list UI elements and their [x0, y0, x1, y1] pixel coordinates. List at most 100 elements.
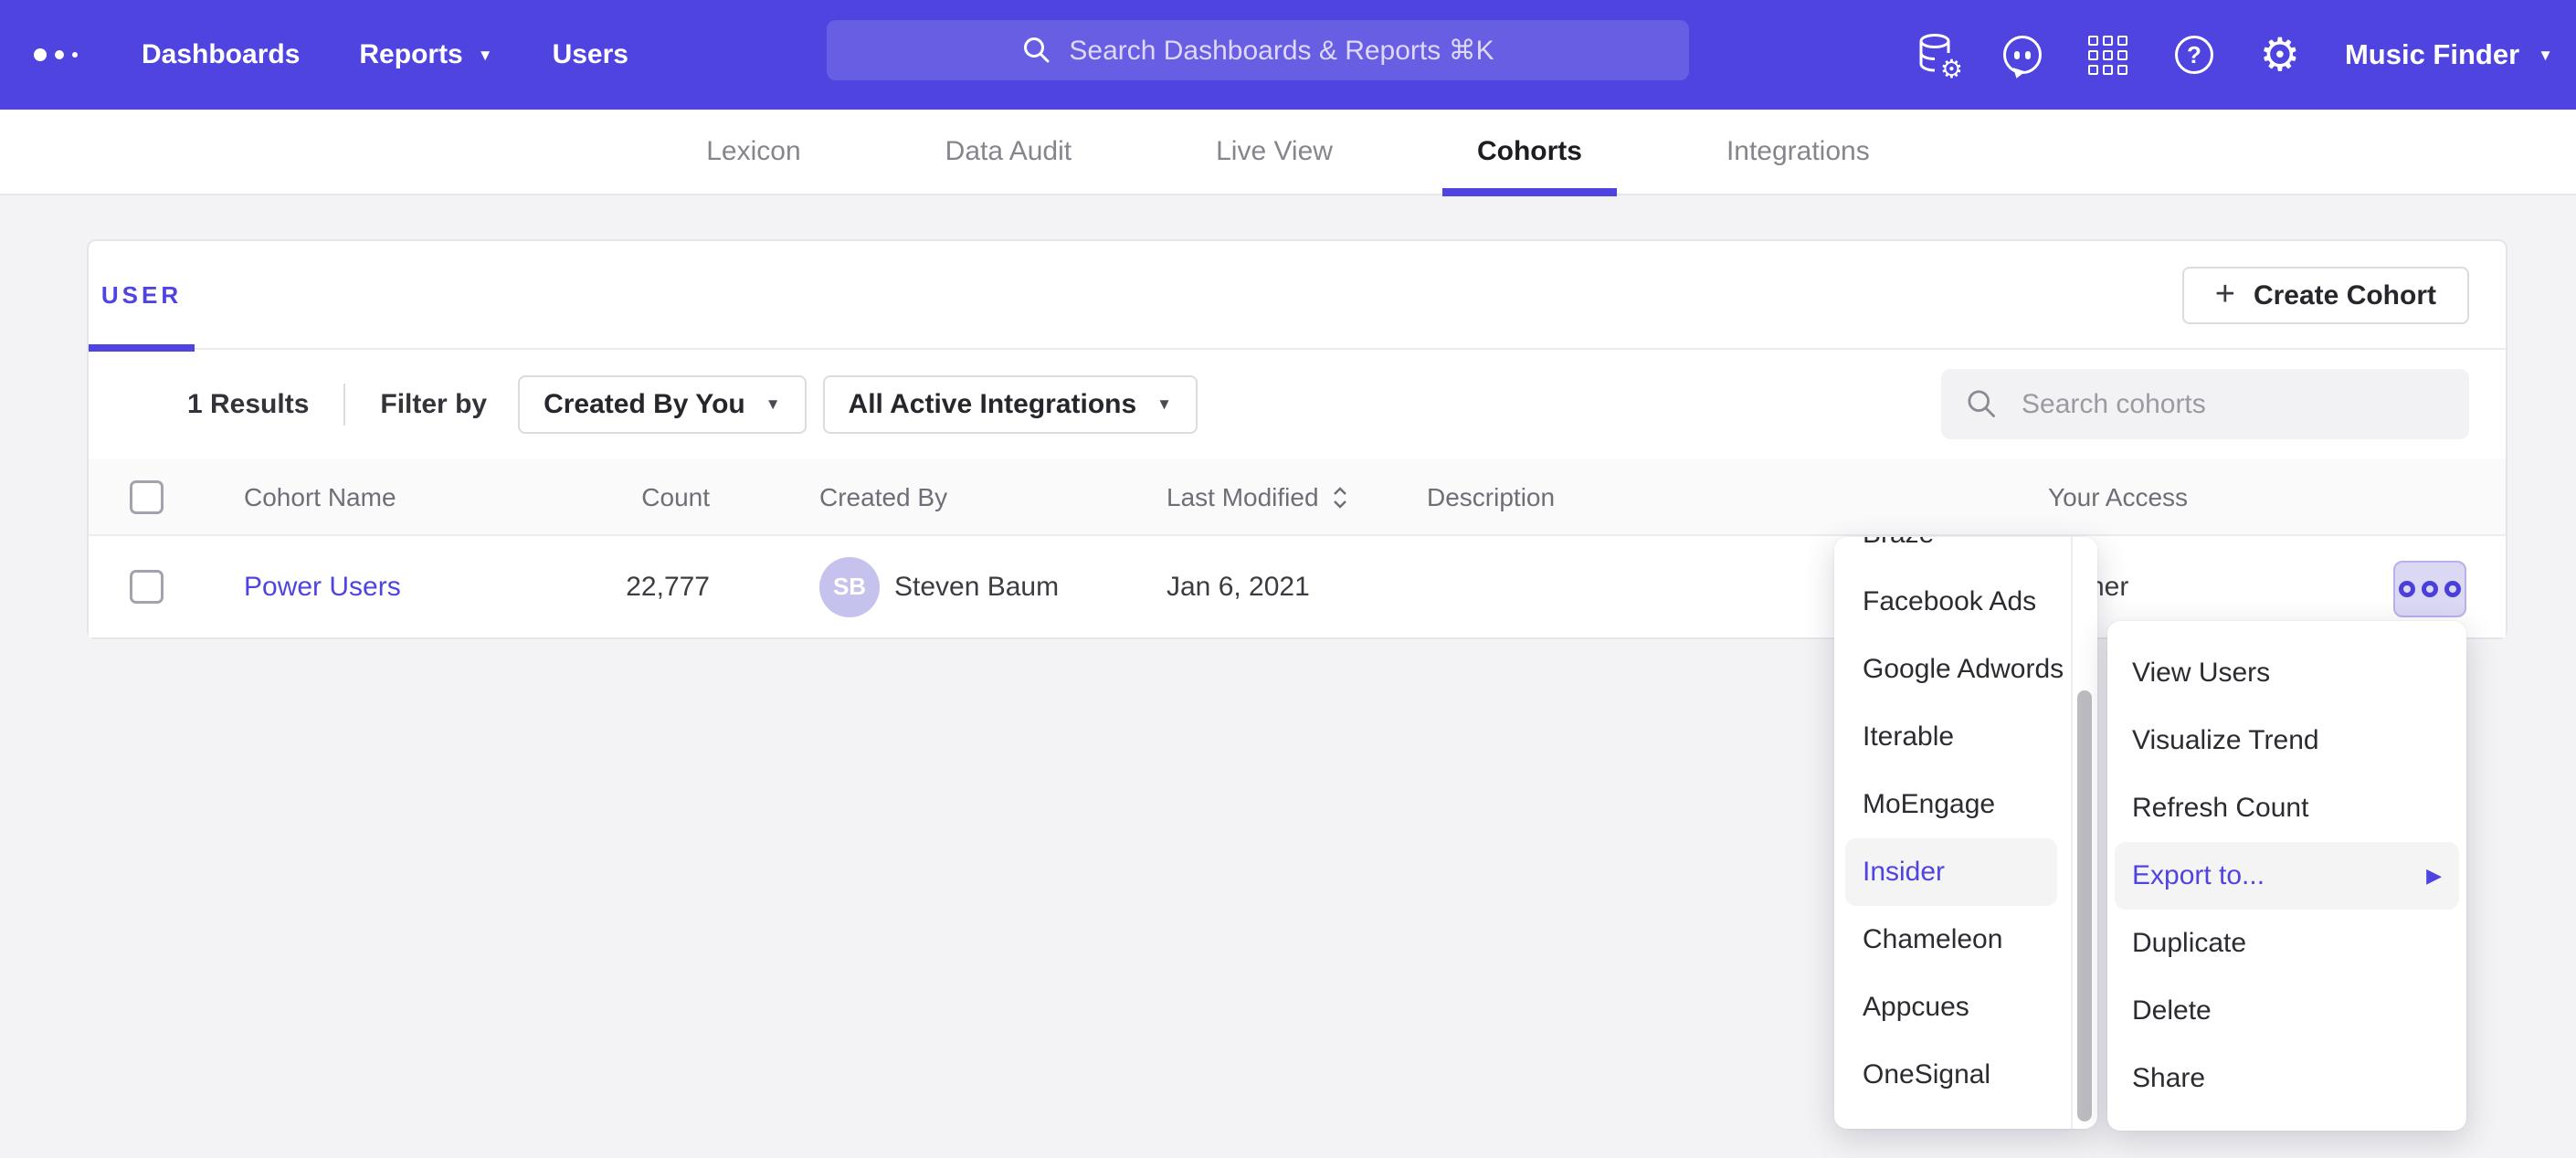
menu-item-share[interactable]: Share [2115, 1045, 2459, 1112]
menu-item-view-users[interactable]: View Users [2115, 639, 2459, 707]
cohort-context-menu: View Users Visualize Trend Refresh Count… [2107, 621, 2466, 1131]
global-search-placeholder: Search Dashboards & Reports ⌘K [1069, 35, 1494, 67]
menu-item-moengage[interactable]: MoEngage [1845, 771, 2057, 838]
menu-item-appcues[interactable]: Appcues [1845, 974, 2057, 1041]
chevron-down-icon: ▼ [478, 47, 493, 63]
row-checkbox[interactable] [130, 570, 164, 604]
dropdown-value: Created By You [544, 389, 745, 420]
submenu-arrow-icon: ▶ [2426, 864, 2442, 888]
cohort-count: 22,777 [626, 572, 710, 603]
tab-label: Data Audit [945, 136, 1072, 167]
tab-live-view[interactable]: Live View [1181, 109, 1367, 195]
project-name: Music Finder [2345, 38, 2519, 71]
section-tabbar: Lexicon Data Audit Live View Cohorts Int… [0, 110, 2576, 195]
menu-item-facebook-ads[interactable]: Facebook Ads [1845, 568, 2057, 636]
tab-integrations[interactable]: Integrations [1692, 109, 1905, 195]
menu-item-label: Delete [2132, 995, 2212, 1026]
apps-grid-icon[interactable] [2086, 33, 2130, 77]
nav-item-users[interactable]: Users [553, 39, 628, 70]
menu-item-delete[interactable]: Delete [2115, 977, 2459, 1045]
data-connections-icon[interactable]: ⚙ [1915, 33, 1958, 77]
tab-label: USER [101, 281, 182, 310]
nav-item-reports[interactable]: Reports ▼ [359, 39, 492, 70]
created-by-filter-dropdown[interactable]: Created By You ▼ [518, 375, 806, 434]
divider [343, 384, 345, 426]
project-selector[interactable]: Music Finder ▼ [2345, 38, 2553, 71]
global-search-button[interactable]: Search Dashboards & Reports ⌘K [827, 20, 1689, 80]
nav-item-label: Users [553, 39, 628, 70]
menu-item-onesignal[interactable]: OneSignal [1845, 1041, 2057, 1109]
menu-item-label: Iterable [1863, 721, 1954, 753]
active-tab-underline [1442, 188, 1617, 196]
menu-item-chameleon[interactable]: Chameleon [1845, 906, 2057, 974]
column-header-created-by[interactable]: Created By [819, 483, 947, 512]
help-icon[interactable]: ? [2172, 33, 2216, 77]
more-options-icon [2444, 581, 2461, 597]
filter-by-label: Filter by [380, 389, 487, 420]
menu-item-label: Duplicate [2132, 928, 2246, 959]
search-icon [1021, 35, 1052, 66]
menu-item-iterable[interactable]: Iterable [1845, 703, 2057, 771]
menu-item-label: View Users [2132, 658, 2270, 689]
tab-data-audit[interactable]: Data Audit [911, 109, 1106, 195]
scrollbar-track [2071, 537, 2097, 1129]
search-icon [1965, 387, 1999, 421]
column-header-your-access[interactable]: Your Access [2048, 483, 2188, 512]
tab-lexicon[interactable]: Lexicon [671, 109, 835, 195]
tab-user-cohorts[interactable]: USER [89, 241, 195, 350]
sort-icon[interactable] [1332, 487, 1348, 509]
menu-item-duplicate[interactable]: Duplicate [2115, 910, 2459, 977]
settings-gear-icon[interactable]: ⚙ [2258, 33, 2302, 77]
chevron-down-icon: ▼ [765, 396, 781, 412]
mixpanel-logo-icon[interactable] [34, 48, 81, 61]
menu-item-label: Export to... [2132, 860, 2265, 891]
chevron-down-icon: ▼ [2538, 47, 2553, 63]
cohort-search-input[interactable] [1941, 369, 2469, 439]
plus-icon: + [2215, 277, 2235, 311]
tab-label: Integrations [1726, 136, 1870, 167]
column-header-description[interactable]: Description [1427, 483, 1555, 512]
menu-item-insider[interactable]: Insider [1845, 838, 2057, 906]
menu-item-label: Appcues [1863, 992, 1969, 1023]
cohort-type-tabs: USER + Create Cohort [89, 241, 2506, 350]
scrollbar-thumb[interactable] [2077, 690, 2092, 1121]
row-more-options-button[interactable] [2393, 561, 2466, 617]
menu-item-visualize-trend[interactable]: Visualize Trend [2115, 707, 2459, 774]
create-cohort-label: Create Cohort [2254, 280, 2436, 311]
results-count: 1 Results [187, 389, 309, 420]
menu-item-label: Insider [1863, 857, 1945, 888]
menu-item-google-adwords[interactable]: Google Adwords [1845, 636, 2057, 703]
cohort-search [1941, 369, 2469, 439]
menu-item-label: OneSignal [1863, 1059, 1990, 1090]
create-cohort-button[interactable]: + Create Cohort [2182, 267, 2469, 324]
menu-item-braze[interactable]: Braze [1845, 537, 2057, 568]
column-header-last-modified[interactable]: Last Modified [1167, 483, 1319, 512]
menu-item-export-to[interactable]: Export to... ▶ [2115, 842, 2459, 910]
integrations-filter-dropdown[interactable]: All Active Integrations ▼ [823, 375, 1198, 434]
menu-item-refresh-count[interactable]: Refresh Count [2115, 774, 2459, 842]
tab-label: Cohorts [1477, 136, 1582, 167]
export-destinations-menu: Braze Facebook Ads Google Adwords Iterab… [1834, 537, 2097, 1129]
column-header-cohort-name[interactable]: Cohort Name [244, 483, 396, 512]
gear-icon: ⚙ [1940, 54, 1963, 84]
menu-item-label: Google Adwords [1863, 654, 2064, 685]
nav-item-label: Reports [359, 39, 462, 70]
select-all-checkbox[interactable] [130, 480, 164, 514]
cohort-name-link[interactable]: Power Users [244, 572, 401, 603]
tab-label: Lexicon [706, 136, 800, 167]
tab-cohorts[interactable]: Cohorts [1442, 109, 1617, 195]
nav-item-label: Dashboards [142, 39, 300, 70]
menu-item-label: MoEngage [1863, 789, 1995, 820]
dropdown-value: All Active Integrations [849, 389, 1137, 420]
menu-item-label: Refresh Count [2132, 793, 2308, 824]
cohorts-card: USER + Create Cohort 1 Results Filter by… [87, 239, 2507, 639]
menu-item-label: Share [2132, 1063, 2205, 1094]
filter-row: 1 Results Filter by Created By You ▼ All… [89, 350, 2506, 458]
menu-item-label: Braze [1863, 537, 1934, 550]
created-by-name: Steven Baum [894, 572, 1059, 603]
column-header-count[interactable]: Count [641, 483, 710, 512]
top-navbar: Dashboards Reports ▼ Users Search Dashbo… [0, 0, 2576, 110]
menu-item-label: Chameleon [1863, 924, 2002, 955]
feedback-icon[interactable] [2001, 33, 2044, 77]
nav-item-dashboards[interactable]: Dashboards [142, 39, 300, 70]
